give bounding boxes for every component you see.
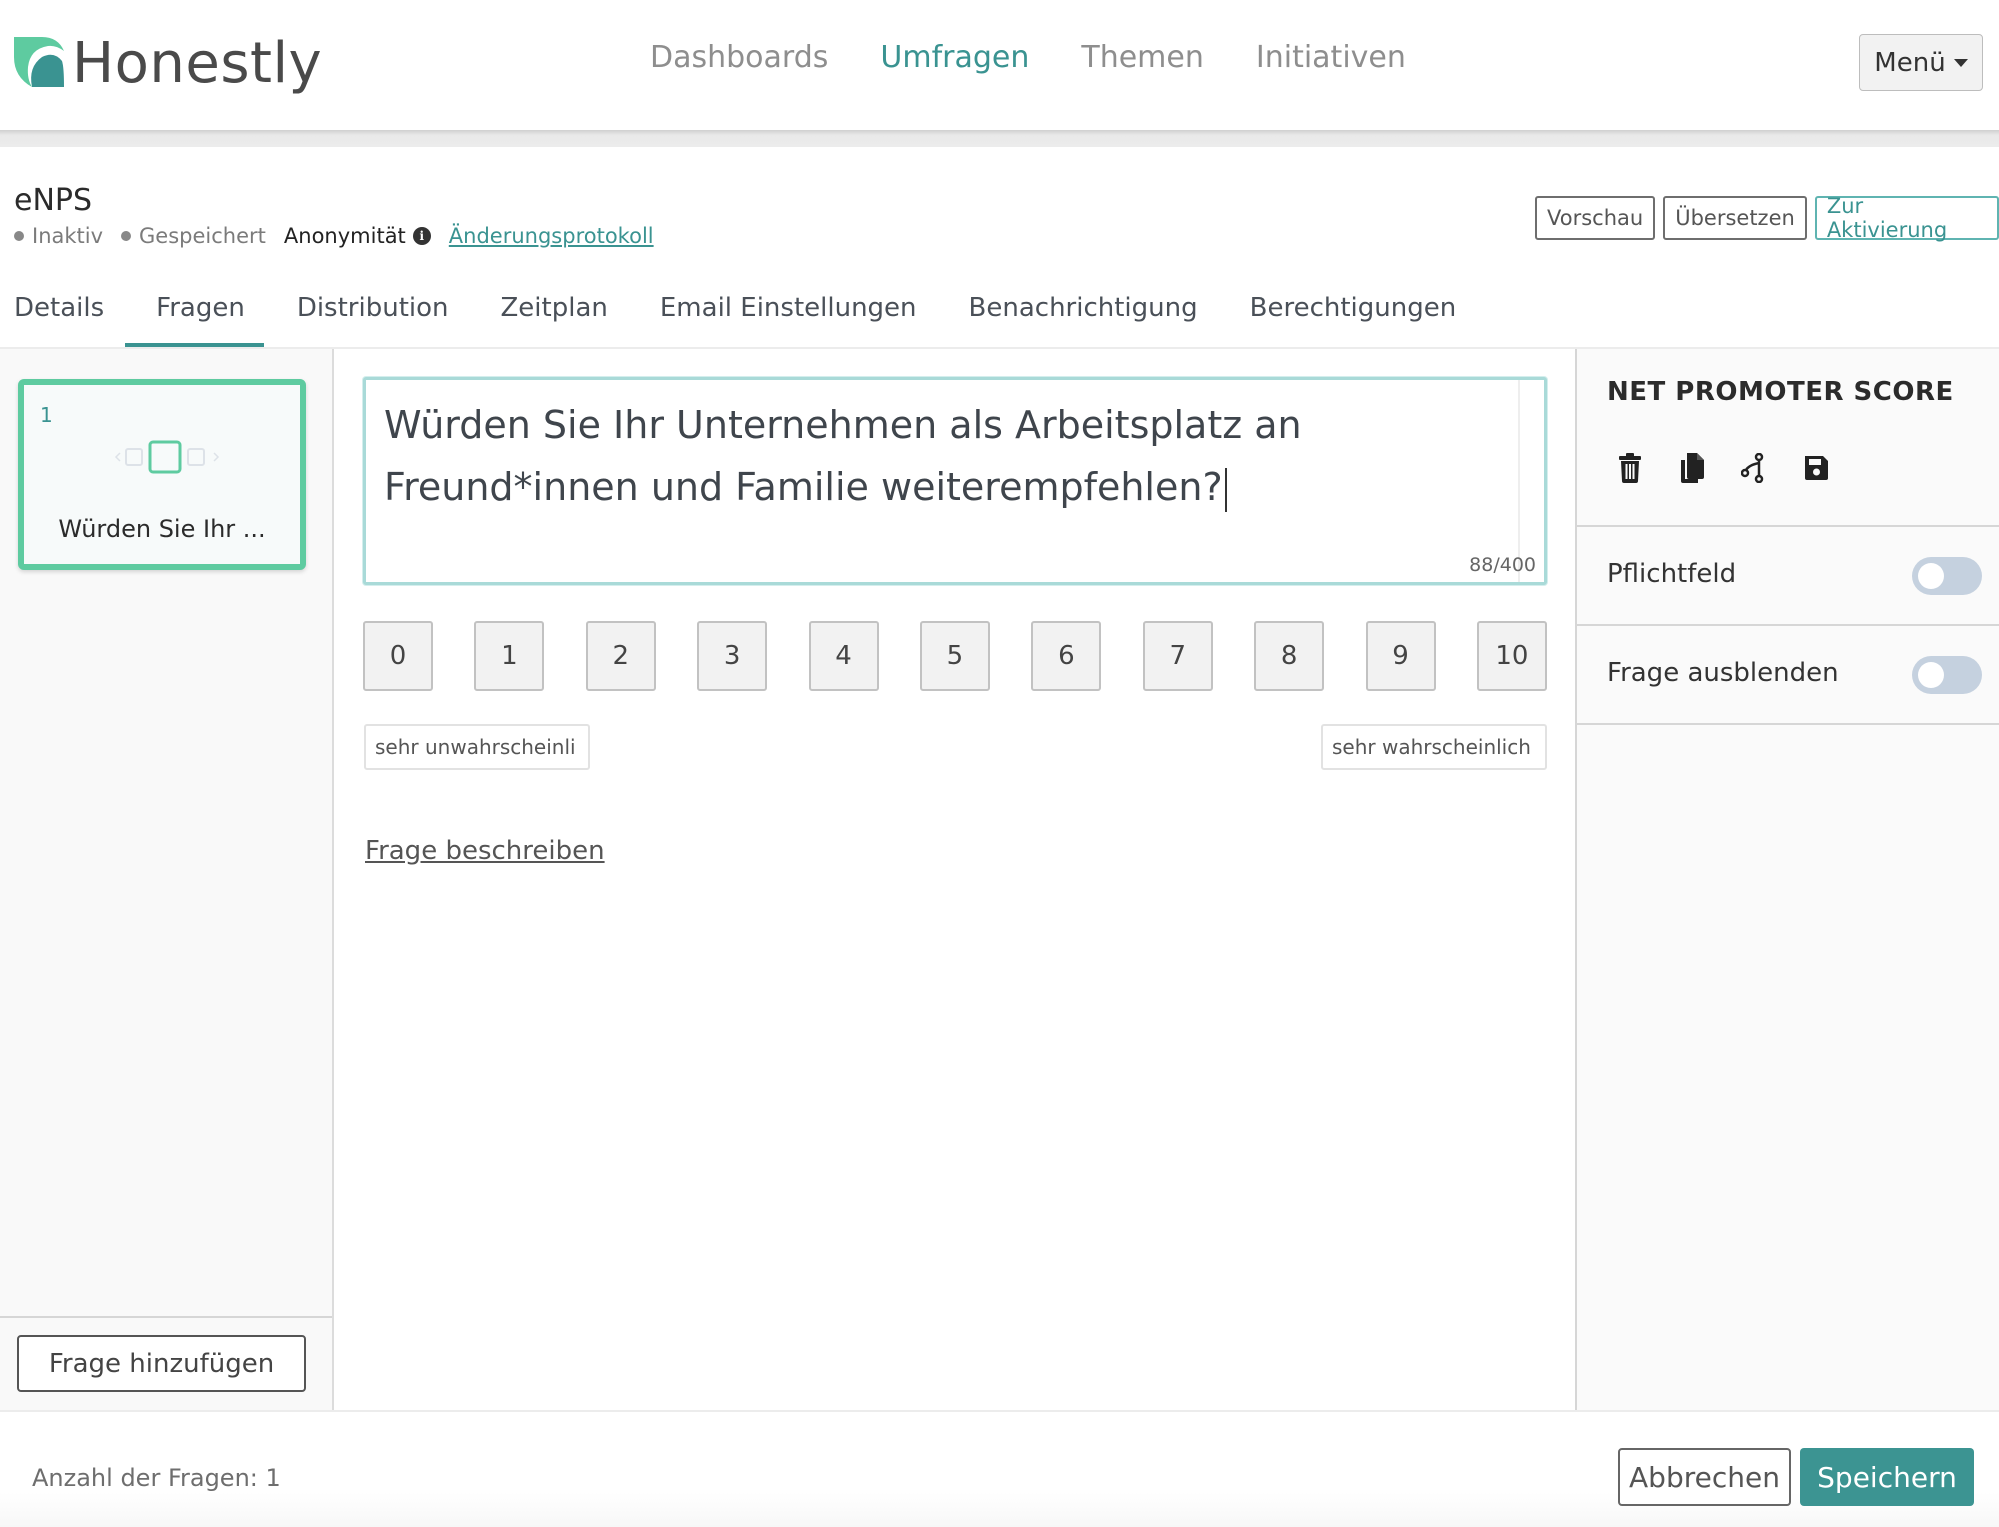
logo-text: Honestly	[72, 30, 323, 96]
nav-themen[interactable]: Themen	[1081, 40, 1204, 75]
required-field-label: Pflichtfeld	[1607, 559, 1737, 589]
survey-tabs: Details Fragen Distribution Zeitplan Ema…	[14, 293, 1508, 323]
add-question-button[interactable]: Frage hinzufügen	[17, 1335, 306, 1392]
editor-footer: Anzahl der Fragen: 1 Abbrechen Speichern	[0, 1410, 1999, 1527]
caret-down-icon	[1953, 58, 1968, 67]
preview-button[interactable]: Vorschau	[1535, 196, 1656, 240]
main-navigation: Dashboards Umfragen Themen Initiativen	[650, 40, 1458, 75]
anonymity-label: Anonymität i	[284, 224, 431, 248]
status-dot-icon	[121, 231, 132, 241]
question-type-title: NET PROMOTER SCORE	[1607, 377, 1954, 407]
activate-button[interactable]: Zur Aktivierung	[1814, 194, 1999, 242]
trash-icon[interactable]	[1617, 453, 1643, 483]
info-icon[interactable]: i	[412, 227, 431, 245]
tab-details[interactable]: Details	[14, 293, 104, 323]
survey-actions: Vorschau Übersetzen Zur Aktivierung	[1535, 194, 1999, 242]
nav-dashboards[interactable]: Dashboards	[650, 40, 828, 75]
survey-title: eNPS	[14, 183, 93, 218]
question-actions-toolbar	[1617, 453, 1829, 483]
hide-question-label: Frage ausblenden	[1607, 658, 1839, 688]
status-dot-icon	[14, 231, 24, 241]
scale-option[interactable]: 9	[1365, 621, 1436, 691]
question-count: Anzahl der Fragen: 1	[32, 1464, 281, 1492]
nps-scale: 0 1 2 3 4 5 6 7 8 9 10	[363, 621, 1547, 691]
menu-dropdown-button[interactable]: Menü	[1859, 34, 1983, 91]
top-navigation-bar: Honestly Dashboards Umfragen Themen Init…	[0, 0, 1999, 130]
menu-label: Menü	[1874, 47, 1946, 78]
editor-scrollbar[interactable]	[1518, 380, 1520, 582]
low-anchor-label-input[interactable]: sehr unwahrscheinli	[364, 724, 590, 770]
hide-question-row: Frage ausblenden	[1577, 624, 1999, 723]
question-text-editor[interactable]: Würden Sie Ihr Unternehmen als Arbeitspl…	[363, 377, 1547, 585]
save-button[interactable]: Speichern	[1800, 1448, 1974, 1506]
nav-initiativen[interactable]: Initiativen	[1256, 40, 1406, 75]
scale-option[interactable]: 6	[1031, 621, 1102, 691]
question-settings-panel: NET PROMOTER SCORE Pflichtfeld Frage aus…	[1575, 349, 1999, 1410]
branch-logic-icon[interactable]	[1741, 453, 1767, 483]
required-field-toggle[interactable]	[1912, 557, 1982, 595]
question-number: 1	[40, 403, 53, 427]
status-saved: Gespeichert	[121, 224, 266, 248]
save-icon[interactable]	[1803, 453, 1829, 483]
question-card[interactable]: 1 Würden Sie Ihr ...	[18, 379, 306, 570]
scale-option[interactable]: 5	[919, 621, 990, 691]
nav-umfragen[interactable]: Umfragen	[880, 40, 1029, 75]
scale-option[interactable]: 1	[474, 621, 545, 691]
cancel-button[interactable]: Abbrechen	[1618, 1448, 1791, 1506]
scale-option[interactable]: 2	[585, 621, 656, 691]
logo-mark-icon	[14, 37, 64, 87]
translate-button[interactable]: Übersetzen	[1663, 196, 1807, 240]
text-cursor	[1224, 467, 1227, 512]
scale-option[interactable]: 3	[697, 621, 768, 691]
header-divider	[0, 130, 1999, 147]
question-list-divider	[0, 1316, 332, 1318]
honestly-logo[interactable]: Honestly	[14, 28, 322, 98]
required-field-row: Pflichtfeld	[1577, 525, 1999, 624]
toggle-knob	[1918, 662, 1944, 688]
tab-email-settings[interactable]: Email Einstellungen	[660, 293, 917, 323]
scale-option[interactable]: 7	[1142, 621, 1213, 691]
tab-permissions[interactable]: Berechtigungen	[1250, 293, 1457, 323]
scale-option[interactable]: 4	[808, 621, 879, 691]
scale-option[interactable]: 10	[1476, 621, 1547, 691]
settings-divider	[1577, 723, 1999, 725]
scale-question-type-icon	[114, 440, 220, 474]
copy-icon[interactable]	[1679, 453, 1705, 483]
question-card-label: Würden Sie Ihr ...	[58, 515, 266, 543]
tab-fragen[interactable]: Fragen	[156, 293, 245, 323]
tab-zeitplan[interactable]: Zeitplan	[501, 293, 608, 323]
survey-status-row: Inaktiv Gespeichert Anonymität i Änderung…	[14, 224, 654, 248]
status-inactive: Inaktiv	[14, 224, 103, 248]
character-counter: 88/400	[1469, 554, 1536, 576]
describe-question-link[interactable]: Frage beschreiben	[365, 836, 605, 866]
tab-notification[interactable]: Benachrichtigung	[969, 293, 1198, 323]
question-list-panel: 1 Würden Sie Ihr ... Frage hinzufügen	[0, 349, 334, 1410]
tab-distribution[interactable]: Distribution	[297, 293, 449, 323]
high-anchor-label-input[interactable]: sehr wahrscheinlich	[1321, 724, 1547, 770]
changelog-link[interactable]: Änderungsprotokoll	[449, 224, 654, 248]
toggle-knob	[1918, 563, 1944, 589]
scale-option[interactable]: 0	[363, 621, 433, 691]
question-text[interactable]: Würden Sie Ihr Unternehmen als Arbeitspl…	[384, 394, 1504, 518]
hide-question-toggle[interactable]	[1912, 656, 1982, 694]
scale-option[interactable]: 8	[1254, 621, 1325, 691]
